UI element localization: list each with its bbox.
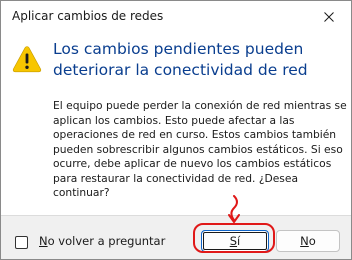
network-changes-dialog: Aplicar cambios de redes Los cambios pen…	[0, 0, 352, 260]
close-button[interactable]	[307, 1, 351, 33]
body-line: continuar?	[53, 186, 110, 199]
message-heading: Los cambios pendientes pueden deteriorar…	[53, 39, 343, 81]
dont-ask-again-label[interactable]: No volver a preguntar	[39, 234, 165, 248]
yes-button-label: í	[237, 234, 241, 248]
body-line: aplican los cambios. Esto puede afectar …	[53, 113, 295, 127]
body-line: para restaurar la conectividad de red. ¿…	[53, 171, 298, 185]
body-line: ocurre, debe aplicar de nuevo los cambio…	[53, 157, 332, 170]
close-icon	[324, 12, 334, 22]
no-button-mnemonic: N	[300, 234, 309, 248]
heading-line: Los cambios pendientes pueden	[53, 40, 304, 58]
dialog-footer: No volver a preguntar Sí No	[1, 215, 351, 259]
body-line: operaciones de red en curso. Estos cambi…	[53, 128, 337, 141]
warning-icon	[12, 46, 42, 73]
window-title: Aplicar cambios de redes	[12, 9, 164, 23]
yes-button-mnemonic: S	[229, 234, 238, 248]
no-button-label: o	[308, 234, 316, 248]
message-body: El equipo puede perder la conexión de re…	[53, 99, 347, 201]
heading-line: deteriorar la conectividad de red	[53, 61, 308, 79]
title-bar: Aplicar cambios de redes	[1, 1, 351, 33]
dont-ask-again-checkbox[interactable]	[15, 236, 28, 249]
body-line: pueden sobrescribir algunos cambios está…	[53, 142, 343, 156]
no-button[interactable]: No	[276, 230, 340, 252]
body-line: El equipo puede perder la conexión de re…	[53, 99, 347, 112]
yes-button[interactable]: Sí	[201, 230, 269, 252]
